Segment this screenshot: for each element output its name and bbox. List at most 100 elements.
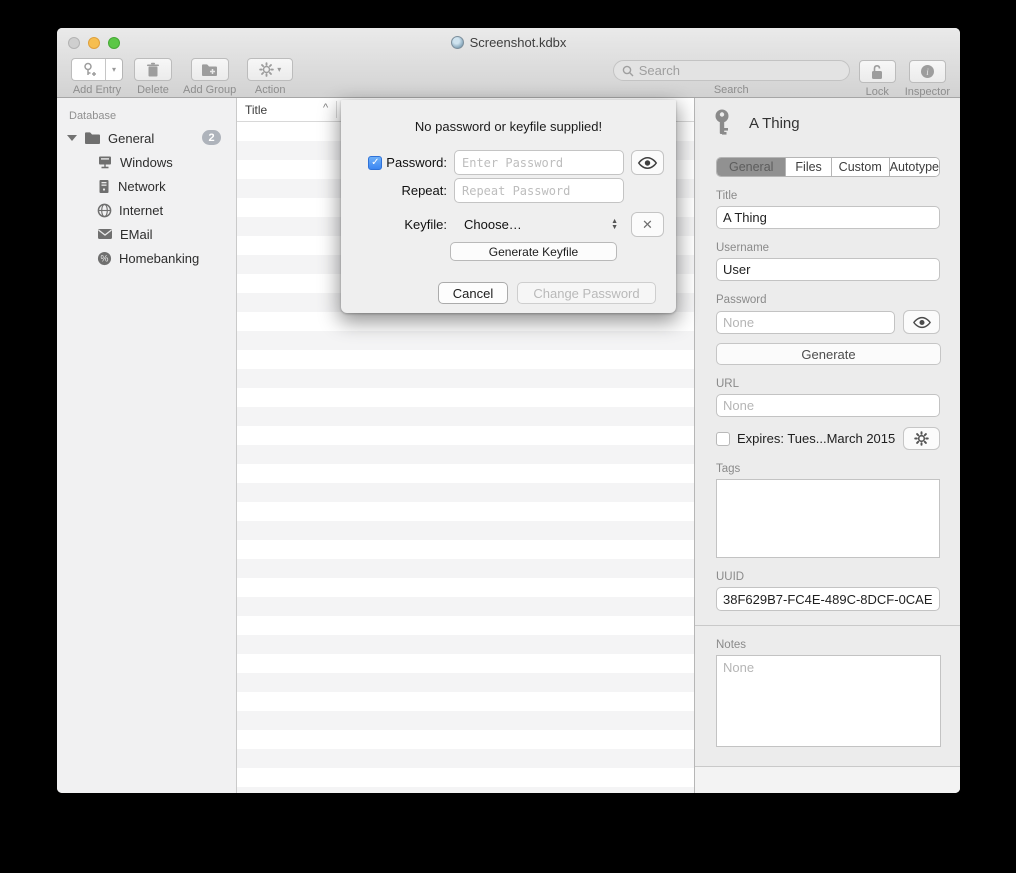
add-entry-label: Add Entry	[73, 84, 121, 96]
password-row: ✓ Password:	[360, 150, 676, 175]
notes-field-label: Notes	[716, 639, 940, 651]
lock-label: Lock	[866, 86, 889, 98]
stepper-icon[interactable]: ▲ ▼	[611, 219, 618, 231]
lock-item: Lock	[859, 54, 896, 98]
column-divider[interactable]	[336, 101, 337, 118]
lock-button[interactable]	[859, 60, 896, 83]
section-divider	[695, 625, 960, 626]
username-input[interactable]	[716, 258, 940, 281]
expires-checkbox[interactable]	[716, 432, 730, 446]
sidebar-item-general[interactable]: General 2	[57, 126, 236, 150]
keyfile-popup[interactable]: Choose… ▲ ▼	[454, 217, 624, 232]
inspector-button[interactable]: i	[909, 60, 946, 83]
mail-icon	[97, 228, 113, 240]
toolbar-left: ▾ Add Entry Delete Add Gr	[67, 54, 293, 98]
clear-keyfile-button[interactable]: ✕	[631, 212, 664, 237]
gear-icon	[259, 62, 274, 77]
info-icon: i	[920, 64, 935, 79]
uuid-input[interactable]	[716, 587, 940, 611]
sidebar-item-email[interactable]: EMail	[57, 222, 236, 246]
username-field-label: Username	[716, 242, 940, 254]
sidebar-item-label: Network	[118, 179, 166, 194]
document-icon	[451, 36, 464, 49]
repeat-input[interactable]	[454, 178, 624, 203]
title-input[interactable]	[716, 206, 940, 229]
repeat-row: Repeat:	[360, 178, 676, 203]
tab-files[interactable]: Files	[786, 158, 831, 176]
sidebar-item-label: Windows	[120, 155, 173, 170]
expires-label: Expires: Tues...March 2015	[737, 431, 896, 446]
notes-textarea[interactable]	[716, 655, 941, 747]
sort-ascending-icon: ^	[323, 102, 328, 114]
tags-box[interactable]	[716, 479, 940, 558]
search-input[interactable]	[639, 63, 841, 78]
tab-general[interactable]: General	[717, 158, 786, 176]
password-label: Password:	[386, 155, 447, 170]
column-header-title[interactable]: Title	[245, 103, 267, 117]
inspector-footer	[695, 766, 960, 793]
sheet-message: No password or keyfile supplied!	[341, 100, 676, 134]
toolbar: ▾ Add Entry Delete Add Gr	[57, 54, 960, 98]
chevron-down-icon[interactable]: ▾	[106, 59, 122, 80]
inspector-panel: A Thing General Files Custom Autotype Ti…	[694, 98, 960, 793]
search-label: Search	[714, 84, 749, 96]
globe-icon	[97, 203, 112, 218]
add-group-label: Add Group	[183, 84, 236, 96]
title-wrap: Screenshot.kdbx	[57, 35, 960, 50]
reveal-password-button[interactable]	[903, 310, 940, 334]
generate-keyfile-button[interactable]: Generate Keyfile	[450, 242, 617, 261]
inspector-label: Inspector	[905, 86, 950, 98]
tab-autotype[interactable]: Autotype	[890, 158, 939, 176]
title-field-label: Title	[716, 190, 940, 202]
url-field-label: URL	[716, 378, 940, 390]
sidebar-item-label: Homebanking	[119, 251, 199, 266]
trash-icon	[146, 62, 160, 78]
folder-icon	[84, 131, 101, 145]
change-password-button[interactable]: Change Password	[517, 282, 656, 304]
search-field[interactable]	[613, 60, 850, 81]
sidebar-section-header: Database	[57, 106, 236, 126]
add-entry-button[interactable]: ▾	[71, 58, 123, 81]
sheet-actions: Cancel Change Password	[438, 282, 676, 304]
password-checkbox[interactable]: ✓	[368, 156, 382, 170]
expires-settings-button[interactable]	[903, 427, 940, 450]
key-plus-icon	[72, 59, 106, 80]
keyfile-row: Keyfile: Choose… ▲ ▼ ✕	[360, 212, 676, 237]
generate-password-button[interactable]: Generate	[716, 343, 941, 365]
keyfile-label: Keyfile:	[404, 217, 447, 232]
cancel-button[interactable]: Cancel	[438, 282, 508, 304]
sidebar-item-label: General	[108, 131, 154, 146]
entry-title: A Thing	[749, 115, 800, 132]
keyfile-value: Choose…	[464, 217, 522, 232]
desktop-background: Screenshot.kdbx ▾ Add Entry	[0, 0, 1016, 873]
password-input[interactable]	[454, 150, 624, 175]
sidebar-item-homebanking[interactable]: % Homebanking	[57, 246, 236, 270]
add-group-button[interactable]	[191, 58, 229, 81]
url-input[interactable]	[716, 394, 940, 417]
tab-custom[interactable]: Custom	[832, 158, 890, 176]
sidebar-item-internet[interactable]: Internet	[57, 198, 236, 222]
sidebar-item-network[interactable]: Network	[57, 174, 236, 198]
add-group-item: Add Group	[183, 54, 236, 98]
delete-button[interactable]	[134, 58, 172, 81]
password-input[interactable]	[716, 311, 895, 334]
unlock-icon	[870, 64, 884, 80]
toolbar-right: Search Lock i Inspector	[613, 54, 950, 98]
action-button[interactable]: ▾	[247, 58, 293, 81]
reveal-password-button[interactable]	[631, 150, 664, 175]
window-title: Screenshot.kdbx	[470, 35, 567, 50]
inspector-tabs: General Files Custom Autotype	[716, 157, 940, 177]
search-icon	[622, 65, 634, 77]
expires-row: Expires: Tues...March 2015	[716, 427, 940, 450]
uuid-field-label: UUID	[716, 571, 940, 583]
action-label: Action	[255, 84, 286, 96]
folder-plus-icon	[201, 63, 218, 77]
disclosure-triangle-icon[interactable]	[67, 135, 77, 141]
sidebar: Database General 2 Windows Network	[57, 98, 237, 793]
password-field-label: Password	[716, 294, 940, 306]
svg-text:%: %	[101, 253, 109, 263]
delete-label: Delete	[137, 84, 169, 96]
sidebar-item-windows[interactable]: Windows	[57, 150, 236, 174]
eye-icon	[637, 156, 658, 170]
sidebar-item-label: Internet	[119, 203, 163, 218]
